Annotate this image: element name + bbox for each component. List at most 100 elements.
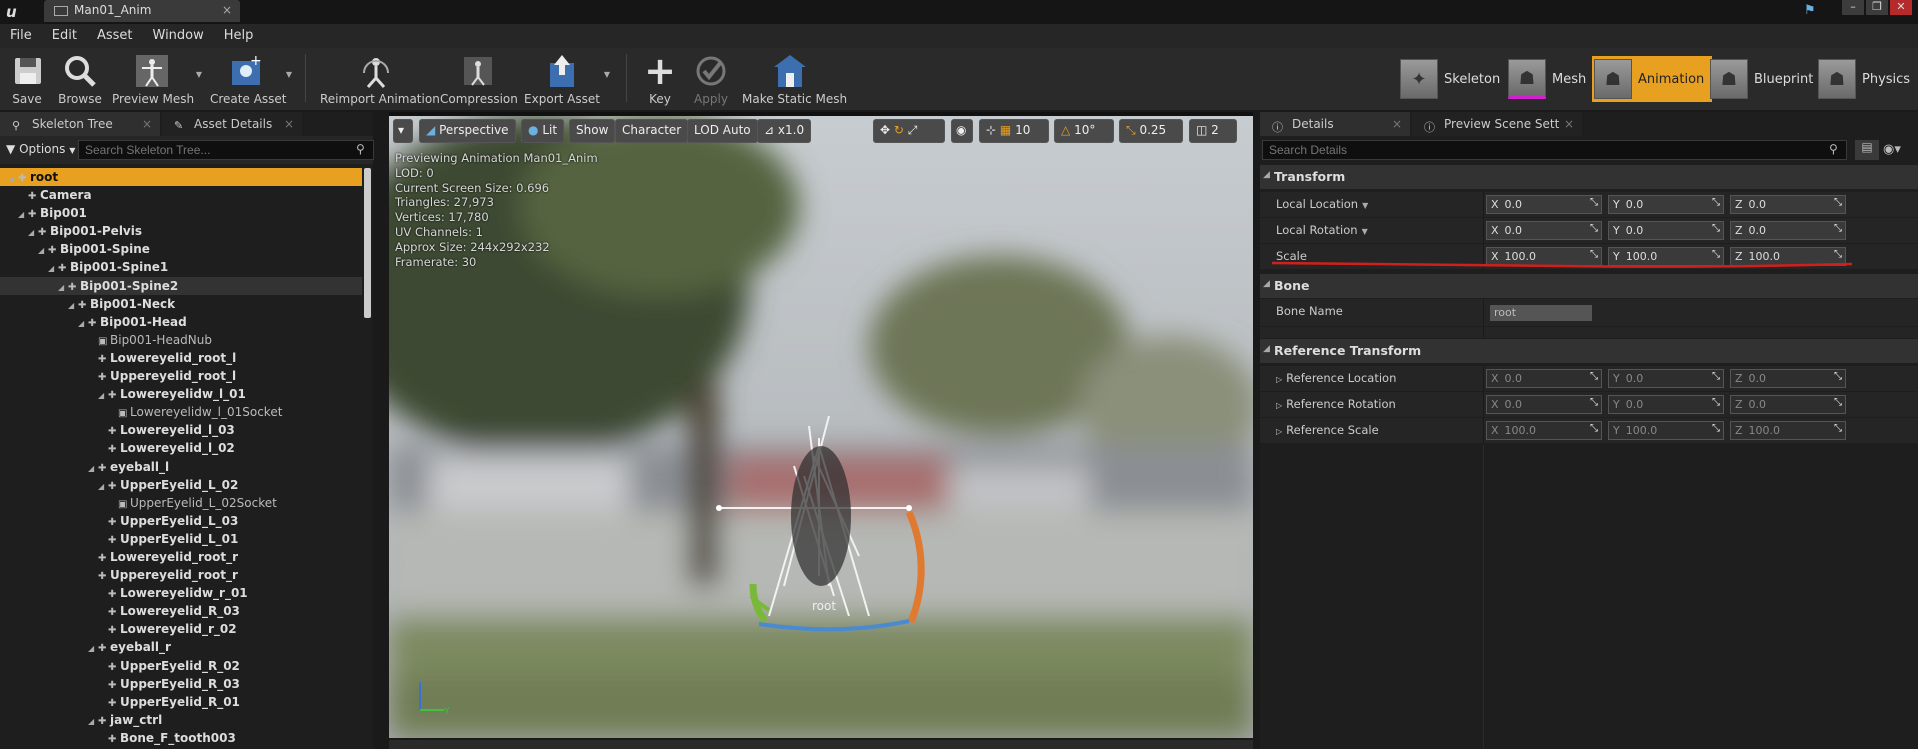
export-asset-button[interactable]: Export Asset ▼ — [524, 48, 610, 110]
create-asset-dropdown-icon[interactable]: ▼ — [286, 70, 292, 79]
export-asset-dropdown-icon[interactable]: ▼ — [604, 70, 610, 79]
category-bone[interactable]: ◢ Bone — [1260, 274, 1918, 298]
minimize-button[interactable]: – — [1842, 0, 1864, 15]
menu-edit[interactable]: Edit — [52, 24, 77, 48]
local-location-x-field[interactable]: X 0.0 ⤡ — [1486, 195, 1602, 214]
scale-snap-button[interactable]: ⤡ 0.25 — [1119, 119, 1183, 143]
preview-mesh-dropdown-icon[interactable]: ▼ — [196, 70, 202, 79]
mode-mesh[interactable]: ☗ Mesh — [1508, 56, 1594, 102]
tree-item[interactable]: ◢ ✚ UpperEyelid_L_02 — [0, 476, 362, 494]
timeline-bar[interactable] — [389, 740, 1253, 749]
options-dropdown[interactable]: ▼ Options ▼ — [6, 142, 75, 156]
property-label[interactable]: ▷ Reference Scale — [1276, 423, 1379, 437]
category-transform[interactable]: ◢ Transform — [1260, 165, 1918, 189]
details-search-input[interactable] — [1262, 140, 1847, 160]
menu-window[interactable]: Window — [153, 24, 204, 48]
close-tab-icon[interactable]: × — [222, 3, 232, 17]
tree-item[interactable]: ◢ ✚ eyeball_r — [0, 638, 362, 656]
document-tab[interactable]: Man01_Anim × — [44, 0, 240, 22]
mode-animation[interactable]: ☗ Animation — [1592, 56, 1713, 102]
tree-item[interactable]: ◢ ✚ eyeball_l — [0, 458, 362, 476]
category-reference-transform[interactable]: ◢ Reference Transform — [1260, 339, 1918, 363]
local-rotation-x-field[interactable]: X 0.0 ⤡ — [1486, 221, 1602, 240]
tree-item[interactable]: ▣ UpperEyelid_L_02Socket — [0, 494, 362, 512]
tree-item[interactable]: ✚ Camera — [0, 186, 362, 204]
lit-button[interactable]: ● Lit — [521, 119, 565, 143]
reimport-animation-button[interactable]: Reimport Animation — [320, 48, 440, 110]
browse-button[interactable]: Browse — [56, 48, 104, 110]
property-label[interactable]: Local Rotation ▼ — [1276, 223, 1368, 237]
tree-item[interactable]: ◢ ✚ Bip001 — [0, 204, 362, 222]
close-window-button[interactable]: ✕ — [1890, 0, 1912, 15]
coordinate-space-icon[interactable]: ◉ — [951, 119, 973, 143]
tree-item[interactable]: ◢ ✚ Bip001-Neck — [0, 295, 362, 313]
tab-details[interactable]: ⓘ Details × — [1260, 112, 1410, 136]
tree-item[interactable]: ✚ UpperEyelid_R_01 — [0, 693, 362, 711]
menu-file[interactable]: File — [10, 24, 32, 48]
property-matrix-icon[interactable]: ▤ — [1855, 140, 1879, 160]
tree-item[interactable]: ◢ ✚ Bip001-Spine1 — [0, 258, 362, 276]
mode-physics[interactable]: ☗ Physics — [1818, 56, 1918, 102]
tree-item[interactable]: ✚ Lowereyelid_R_03 — [0, 602, 362, 620]
local-location-z-field[interactable]: Z 0.0 ⤡ — [1730, 195, 1846, 214]
tree-item[interactable]: ◢ ✚ jaw_ctrl — [0, 711, 362, 729]
tree-item[interactable]: ✚ UpperEyelid_L_03 — [0, 512, 362, 530]
tree-item[interactable]: ✚ Lowereyelid_r_02 — [0, 620, 362, 638]
close-tab-icon[interactable]: × — [142, 117, 152, 131]
mode-blueprint[interactable]: ☗ Blueprint — [1710, 56, 1821, 102]
local-rotation-z-field[interactable]: Z 0.0 ⤡ — [1730, 221, 1846, 240]
mode-skeleton[interactable]: ✦ Skeleton — [1400, 56, 1508, 102]
tree-item[interactable]: ✚ Uppereyelid_root_l — [0, 367, 362, 385]
key-button[interactable]: + Key — [640, 48, 680, 110]
tree-item[interactable]: ◢ ✚ Lowereyelidw_l_01 — [0, 385, 362, 403]
create-asset-button[interactable]: + Create Asset ▼ — [210, 48, 292, 110]
viewport-options-dropdown[interactable]: ▾ — [393, 119, 413, 143]
show-button[interactable]: Show — [569, 119, 616, 143]
apply-button[interactable]: Apply — [690, 48, 732, 110]
tree-item[interactable]: ◢ ✚ Bip001-Head — [0, 313, 362, 331]
tree-item[interactable]: ✚ Lowereyelidw_r_01 — [0, 584, 362, 602]
tree-item[interactable]: ✚ UpperEyelid_R_03 — [0, 675, 362, 693]
perspective-button[interactable]: ◢ Perspective — [419, 119, 516, 143]
tree-item[interactable]: ▣ Lowereyelidw_l_01Socket — [0, 403, 362, 421]
tree-item[interactable]: ◢ ✚ root — [0, 168, 362, 187]
local-rotation-y-field[interactable]: Y 0.0 ⤡ — [1608, 221, 1724, 240]
close-tab-icon[interactable]: × — [1392, 117, 1402, 131]
tree-item[interactable]: ✚ Lowereyelid_l_02 — [0, 439, 362, 457]
property-label[interactable]: ▷ Reference Location — [1276, 371, 1396, 385]
tree-item[interactable]: ◢ ✚ Bip001-Spine2 — [0, 276, 362, 295]
camera-speed-button[interactable]: ◫ 2 — [1189, 119, 1237, 143]
close-tab-icon[interactable]: × — [1564, 117, 1574, 131]
maximize-button[interactable]: ❐ — [1866, 0, 1888, 15]
menu-asset[interactable]: Asset — [97, 24, 133, 48]
tree-item[interactable]: ✚ Uppereyelid_root_r — [0, 566, 362, 584]
tree-item[interactable]: ◢ ✚ Bip001-Spine — [0, 240, 362, 258]
lod-button[interactable]: LOD Auto — [687, 119, 758, 143]
grid-snap-button[interactable]: ⊹ ▦ 10 — [979, 119, 1049, 143]
rotation-snap-button[interactable]: △ 10° — [1054, 119, 1114, 143]
property-label[interactable]: Local Location ▼ — [1276, 197, 1368, 211]
close-tab-icon[interactable]: × — [284, 117, 294, 131]
notification-flag-icon[interactable]: ⚑ — [1804, 3, 1822, 19]
tree-item[interactable]: ✚ Lowereyelid_root_r — [0, 548, 362, 566]
visibility-eye-icon[interactable]: ◉▾ — [1883, 142, 1901, 157]
tree-item[interactable]: ▣ Bip001-HeadNub — [0, 331, 362, 349]
preview-mesh-button[interactable]: Preview Mesh ▼ — [112, 48, 202, 110]
menu-help[interactable]: Help — [224, 24, 254, 48]
local-location-y-field[interactable]: Y 0.0 ⤡ — [1608, 195, 1724, 214]
tree-item[interactable]: ✚ Lowereyelid_l_03 — [0, 421, 362, 439]
save-button[interactable]: Save — [8, 48, 46, 110]
tree-scrollbar[interactable] — [364, 168, 371, 318]
tree-item[interactable]: ✚ Lowereyelid_root_l — [0, 349, 362, 367]
skeleton-search-input[interactable] — [78, 140, 374, 160]
tree-item[interactable]: ✚ Bone_F_tooth003 — [0, 729, 362, 747]
character-button[interactable]: Character — [615, 119, 689, 143]
playback-speed-button[interactable]: ⊿ x1.0 — [757, 119, 812, 143]
tab-asset-details[interactable]: ✎ Asset Details × — [162, 112, 302, 136]
tab-preview-scene-settings[interactable]: ⓘ Preview Scene Sett × — [1412, 112, 1582, 136]
tree-item[interactable]: ◢ ✚ Bip001-Pelvis — [0, 222, 362, 240]
make-static-mesh-button[interactable]: Make Static Mesh — [742, 48, 847, 110]
tree-item[interactable]: ✚ UpperEyelid_R_02 — [0, 657, 362, 675]
compression-button[interactable]: Compression — [440, 48, 518, 110]
transform-tools[interactable]: ✥ ↻ ⤢ — [873, 119, 945, 143]
